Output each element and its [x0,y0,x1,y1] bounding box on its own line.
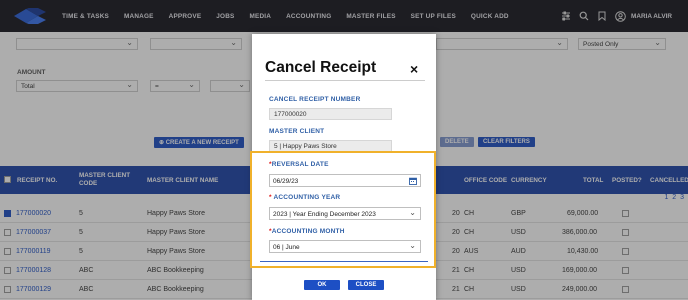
dialog-title: Cancel Receipt [265,59,377,76]
highlight-box [250,151,436,268]
cancel-receipt-number-field: 177000020 [269,108,392,120]
ok-button[interactable]: OK [304,280,340,290]
close-button[interactable]: CLOSE [348,280,384,290]
title-divider [265,80,425,81]
master-client-value: 5 | Happy Paws Store [274,143,337,150]
cancel-receipt-number-label: CANCEL RECEIPT NUMBER [269,96,361,103]
cancel-receipt-number-value: 177000020 [274,111,307,118]
close-icon[interactable]: × [410,61,418,77]
master-client-label: MASTER CLIENT [269,128,325,135]
